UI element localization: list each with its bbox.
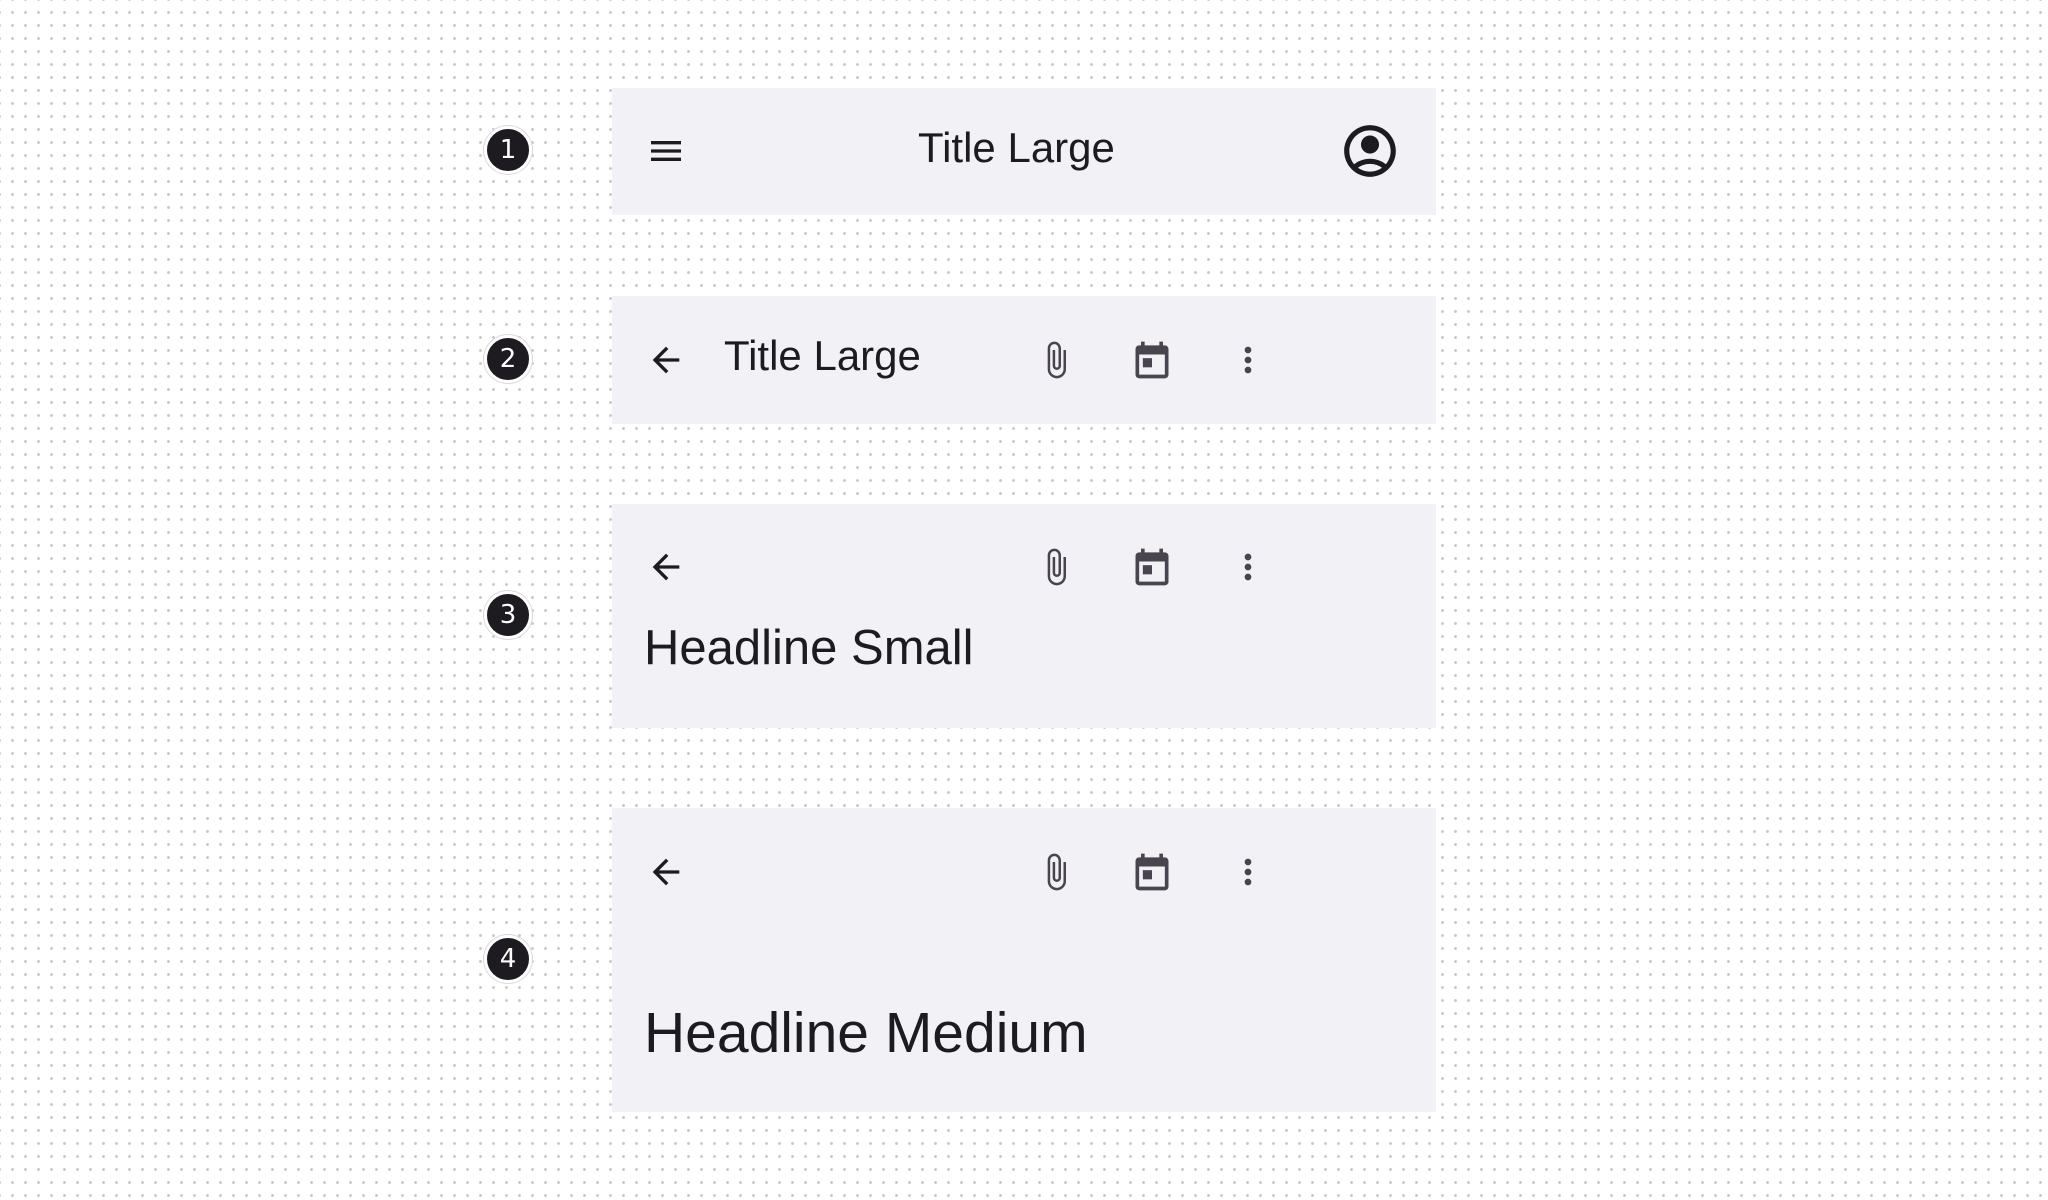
canvas: 1 Title Large 2 Title Large 3 Headline S… xyxy=(0,0,2048,1200)
bar-title: Title Large xyxy=(918,124,1115,171)
calendar-icon[interactable] xyxy=(1120,535,1184,599)
bar-title: Title Large xyxy=(724,332,921,379)
arrow-back-icon[interactable] xyxy=(634,328,698,392)
top-app-bar-center-aligned: Title Large xyxy=(612,88,1436,215)
attach-file-icon[interactable] xyxy=(1024,328,1088,392)
callout-badge-4: 4 xyxy=(484,935,532,983)
more-vert-icon[interactable] xyxy=(1216,535,1280,599)
callout-badge-2: 2 xyxy=(484,335,532,383)
top-app-bar-small: Title Large xyxy=(612,296,1436,424)
attach-file-icon[interactable] xyxy=(1024,840,1088,904)
arrow-back-icon[interactable] xyxy=(634,840,698,904)
top-app-bar-medium: Headline Small xyxy=(612,504,1436,728)
callout-badge-3: 3 xyxy=(484,591,532,639)
bar-headline: Headline Small xyxy=(644,621,974,675)
top-app-bar-large: Headline Medium xyxy=(612,808,1436,1112)
more-vert-icon[interactable] xyxy=(1216,840,1280,904)
menu-icon[interactable] xyxy=(634,119,698,183)
callout-badge-1: 1 xyxy=(484,126,532,174)
attach-file-icon[interactable] xyxy=(1024,535,1088,599)
account-circle-icon[interactable] xyxy=(1338,119,1402,183)
bar-headline: Headline Medium xyxy=(644,1001,1088,1065)
calendar-icon[interactable] xyxy=(1120,840,1184,904)
arrow-back-icon[interactable] xyxy=(634,535,698,599)
calendar-icon[interactable] xyxy=(1120,328,1184,392)
more-vert-icon[interactable] xyxy=(1216,328,1280,392)
